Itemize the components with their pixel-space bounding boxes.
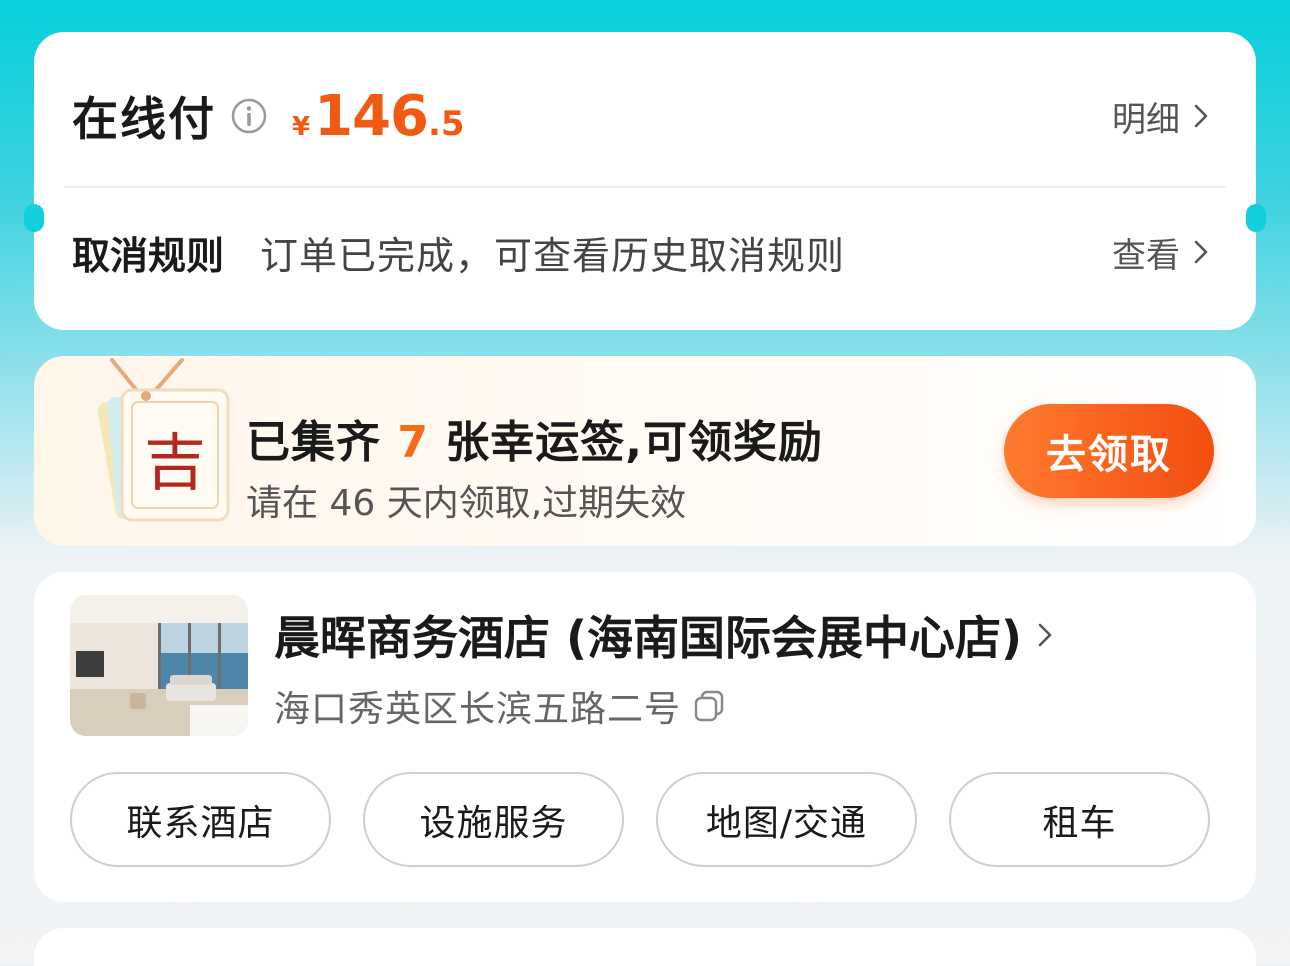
copy-icon[interactable] xyxy=(691,688,727,724)
price-decimal: .5 xyxy=(428,103,465,144)
lucky-count: 7 xyxy=(397,417,429,468)
detail-link[interactable]: 明细 xyxy=(1112,92,1212,141)
contact-hotel-button[interactable]: 联系酒店 xyxy=(70,772,331,867)
chevron-right-icon xyxy=(1194,104,1208,128)
lucky-tag-card: 吉 已集齐 7 张幸运签,可领奖励 请在 46 天内领取,过期失效 去领取 xyxy=(34,356,1256,546)
hotel-address: 海口秀英区长滨五路二号 xyxy=(274,689,682,730)
lucky-tag-char: 吉 xyxy=(144,430,206,498)
hotel-action-buttons: 联系酒店 设施服务 地图/交通 租车 xyxy=(70,772,1210,867)
claim-button[interactable]: 去领取 xyxy=(1004,404,1214,498)
hotel-name-link[interactable]: 晨晖商务酒店 (海南国际会展中心店) xyxy=(274,602,1056,668)
detail-label: 明细 xyxy=(1112,99,1180,140)
hotel-card: 晨晖商务酒店 (海南国际会展中心店) 海口秀英区长滨五路二号 联系酒店 设施服务… xyxy=(34,572,1256,902)
lucky-title-suffix: 张幸运签,可领奖励 xyxy=(445,417,823,468)
map-transport-button[interactable]: 地图/交通 xyxy=(656,772,917,867)
info-icon[interactable] xyxy=(230,97,268,135)
hotel-address-row: 海口秀英区长滨五路二号 xyxy=(274,680,727,732)
card-notch-left xyxy=(24,204,44,232)
lucky-title: 已集齐 7 张幸运签,可领奖励 xyxy=(246,406,823,470)
hotel-name: 晨晖商务酒店 (海南国际会展中心店) xyxy=(274,611,1023,665)
chevron-right-icon xyxy=(1194,240,1208,264)
price-currency: ¥ xyxy=(292,111,311,142)
view-label: 查看 xyxy=(1112,235,1180,276)
cancel-rule-text: 订单已完成，可查看历史取消规则 xyxy=(260,233,846,278)
payment-row: 在线付 ¥ 146 .5 明细 xyxy=(72,84,1212,149)
lucky-title-prefix: 已集齐 xyxy=(246,417,381,468)
payment-card: 在线付 ¥ 146 .5 明细 取消规则 订单已完成，可查看历史取消规则 查看 xyxy=(24,32,1266,330)
view-link[interactable]: 查看 xyxy=(1112,228,1212,277)
chevron-right-icon xyxy=(1038,623,1052,647)
lucky-tag-icon: 吉 xyxy=(97,358,230,522)
lucky-subtitle: 请在 46 天内领取,过期失效 xyxy=(246,483,687,524)
divider xyxy=(64,186,1226,188)
payment-price: ¥ 146 .5 xyxy=(292,84,465,149)
car-rental-button[interactable]: 租车 xyxy=(949,772,1210,867)
price-integer: 146 xyxy=(314,83,429,149)
cancel-rule-row[interactable]: 取消规则 订单已完成，可查看历史取消规则 查看 xyxy=(72,222,1212,282)
facilities-button[interactable]: 设施服务 xyxy=(363,772,624,867)
next-card xyxy=(34,928,1256,966)
hotel-photo[interactable] xyxy=(70,595,248,736)
payment-title: 在线付 xyxy=(72,92,216,146)
cancel-rule-label: 取消规则 xyxy=(72,233,225,278)
card-notch-right xyxy=(1246,204,1266,232)
